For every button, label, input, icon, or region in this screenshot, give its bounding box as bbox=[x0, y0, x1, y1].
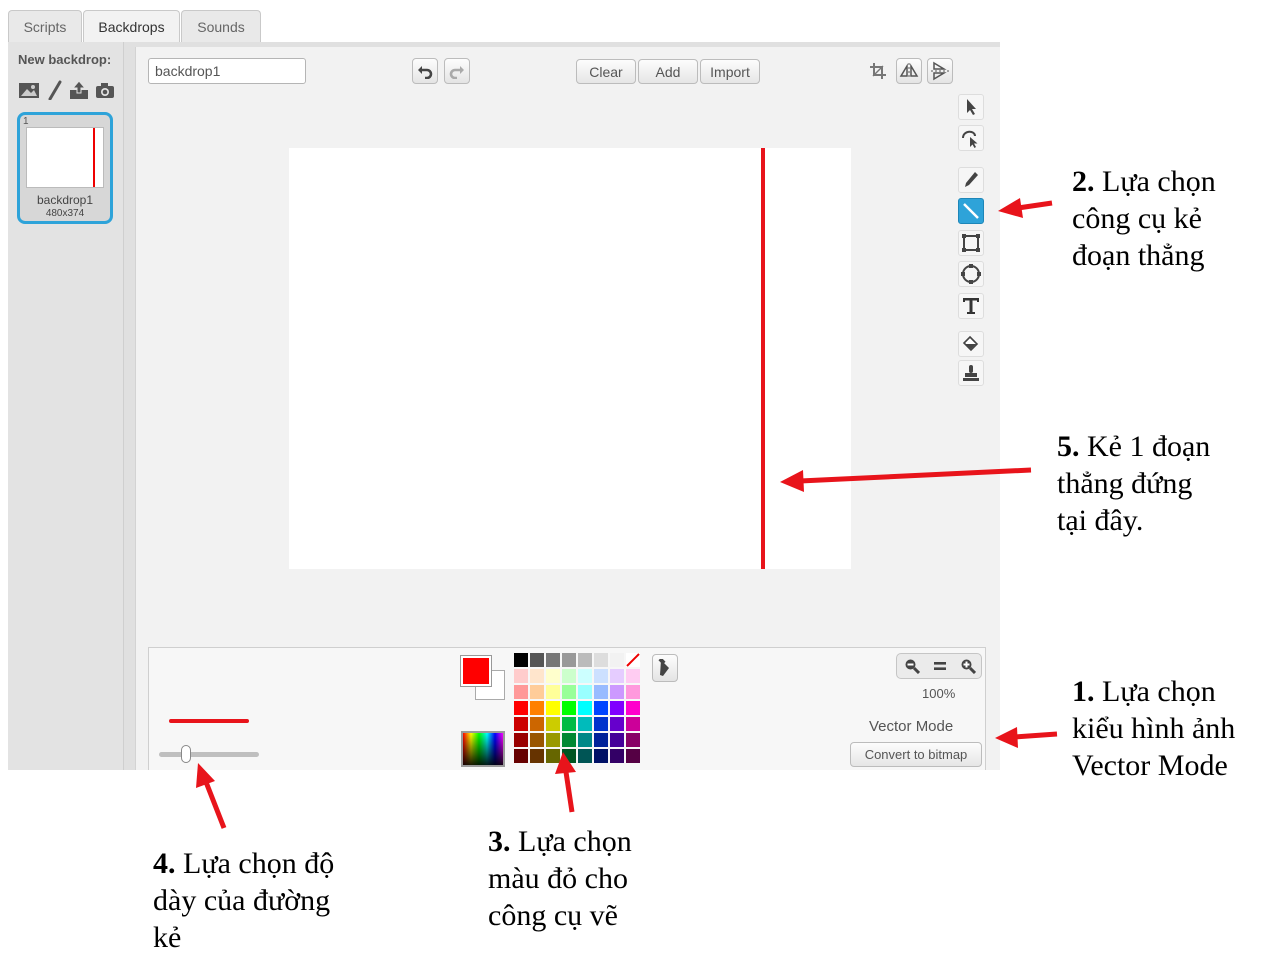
annotation-3: 3. Lựa chọn màu đỏ cho công cụ vẽ bbox=[488, 825, 632, 932]
annotation-1: 1. Lựa chọn kiểu hình ảnh Vector Mode bbox=[1072, 675, 1236, 782]
arrow-to-line-tool bbox=[998, 198, 1053, 218]
arrow-to-vector-mode bbox=[995, 727, 1058, 748]
arrow-to-canvas-line bbox=[780, 467, 1032, 492]
annotation-2: 2. Lựa chọn công cụ kẻ đoạn thẳng bbox=[1072, 165, 1216, 272]
arrow-to-thickness-slider bbox=[196, 763, 227, 829]
annotation-5: 5. Kẻ 1 đoạn thẳng đứng tại đây. bbox=[1057, 430, 1211, 537]
annotation-4: 4. Lựa chọn độ dày của đường kẻ bbox=[153, 847, 335, 954]
arrow-to-red-color bbox=[555, 752, 576, 813]
